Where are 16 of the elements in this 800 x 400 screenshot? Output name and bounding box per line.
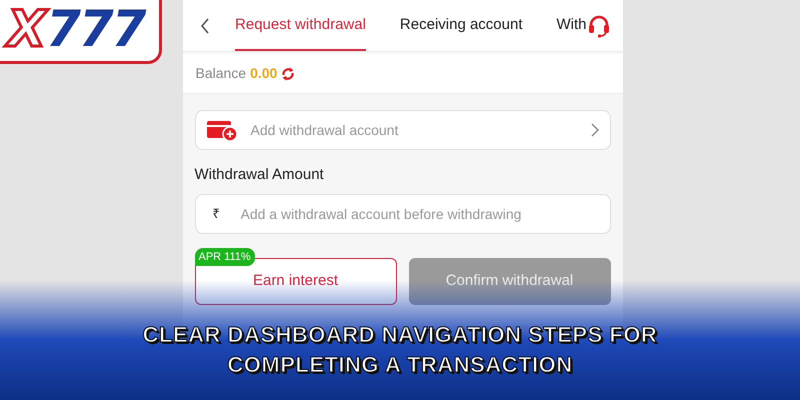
currency-symbol: ₹ [212, 206, 220, 222]
wallet-add-icon [206, 119, 236, 141]
headset-icon[interactable] [586, 14, 610, 38]
tab[interactable]: Request withdrawal [235, 0, 366, 51]
caption-line: CLEAR DASHBOARD NAVIGATION STEPS FOR [142, 321, 658, 349]
balance-value: 0.00 [250, 64, 278, 83]
apr-badge: APR 111% [194, 248, 255, 266]
balance-label: Balance [196, 64, 246, 83]
amount-label: Withdrawal Amount [194, 165, 325, 185]
add-account-row[interactable]: Add withdrawal account [194, 110, 610, 150]
caption-line: COMPLETING A TRANSACTION [227, 351, 573, 379]
tab[interactable]: Receiving account [400, 0, 522, 51]
chevron-right-icon [590, 123, 598, 137]
tab[interactable]: With [556, 0, 586, 51]
back-icon [200, 16, 210, 34]
refresh-icon[interactable] [281, 66, 296, 80]
